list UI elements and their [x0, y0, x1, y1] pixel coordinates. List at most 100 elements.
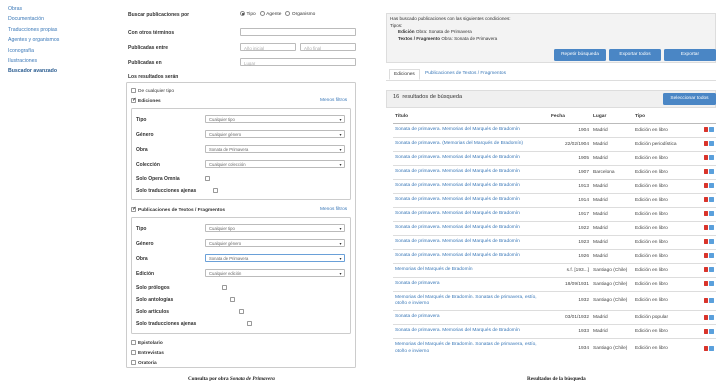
- solo-prologos-checkbox[interactable]: [221, 285, 227, 291]
- pub-edicion-select[interactable]: Cualquier edición ▾: [205, 269, 345, 277]
- export-all-button[interactable]: Exportar todos: [609, 49, 661, 61]
- image-icon[interactable]: [709, 197, 714, 203]
- oratoria-option[interactable]: Oratoria: [131, 360, 157, 366]
- nav-item-agentes[interactable]: Agentes y organismos: [8, 35, 59, 45]
- tab-publicaciones-textos[interactable]: Publicaciones de Textos / Fragmentos: [425, 71, 506, 76]
- result-title-link[interactable]: Sonata de primavera. Memorias del Marqué…: [393, 192, 549, 207]
- pub-tipo-select[interactable]: Cualquier tipo ▾: [205, 224, 345, 232]
- table-row[interactable]: Memorias del Marqués de Bradomín s.f. [19…: [393, 262, 716, 277]
- year-start-input[interactable]: Año inicial: [240, 43, 296, 51]
- pdf-icon[interactable]: [703, 267, 708, 273]
- editions-fewer-filters-link[interactable]: Menos filtros: [320, 98, 347, 103]
- pub-genero-select[interactable]: Cualquier género ▾: [205, 239, 345, 247]
- image-icon[interactable]: [709, 225, 714, 231]
- table-row[interactable]: Sonata de primavera. Memorias del Marqué…: [393, 178, 716, 193]
- epistolario-option[interactable]: Epistolario: [131, 340, 163, 346]
- image-icon[interactable]: [709, 314, 714, 320]
- table-row[interactable]: Sonata de primavera 18/09/1931 Santiago (C…: [393, 276, 716, 291]
- solo-antologias-checkbox[interactable]: [230, 297, 236, 303]
- pdf-icon[interactable]: [703, 281, 708, 287]
- table-row[interactable]: Sonata de primavera. Memorias del Marqué…: [393, 220, 716, 235]
- pdf-icon[interactable]: [703, 225, 708, 231]
- result-title-link[interactable]: Sonata de primavera. Memorias del Marqué…: [393, 324, 549, 339]
- pdf-icon[interactable]: [703, 253, 708, 259]
- pdf-icon[interactable]: [703, 239, 708, 245]
- result-title-link[interactable]: Sonata de primavera. (Memorias del Marqu…: [393, 136, 549, 151]
- table-row[interactable]: Memorias del Marqués de Bradomín. Sonata…: [393, 338, 716, 358]
- table-row[interactable]: Sonata de primavera. Memorias del Marqué…: [393, 234, 716, 249]
- result-title-link[interactable]: Sonata de primavera: [393, 276, 549, 291]
- nav-item-traducciones[interactable]: Traducciones propias: [8, 25, 59, 35]
- editions-obra-select[interactable]: Sonata de Primavera ▾: [205, 145, 345, 153]
- editions-tipo-select[interactable]: Cualquier tipo ▾: [205, 115, 345, 123]
- table-row[interactable]: Sonata de primavera. Memorias del Marqué…: [393, 192, 716, 207]
- nav-item-buscador-avanzado[interactable]: Buscador avanzado: [8, 66, 59, 76]
- nav-item-ilustraciones[interactable]: Ilustraciones: [8, 56, 59, 66]
- image-icon[interactable]: [709, 183, 714, 189]
- any-type-option[interactable]: De cualquier tipo: [131, 88, 174, 94]
- radio-organismo[interactable]: Organismo: [285, 11, 315, 17]
- repeat-search-button[interactable]: Repetir búsqueda: [554, 49, 606, 61]
- image-icon[interactable]: [709, 127, 714, 133]
- table-row[interactable]: Sonata de primavera 03/01/1932 Madrid Edici…: [393, 310, 716, 325]
- tab-ediciones[interactable]: Ediciones: [389, 69, 420, 80]
- column-header-titulo[interactable]: Título: [393, 111, 549, 124]
- result-title-link[interactable]: Memorias del Marqués de Bradomín. Sonata…: [393, 290, 549, 311]
- other-terms-input[interactable]: [240, 28, 356, 36]
- pdf-icon[interactable]: [703, 297, 708, 303]
- result-title-link[interactable]: Memorias del Marqués de Bradomín: [393, 262, 549, 277]
- result-title-link[interactable]: Sonata de primavera. Memorias del Marqué…: [393, 150, 549, 165]
- image-icon[interactable]: [709, 328, 714, 334]
- nav-item-documentacion[interactable]: Documentación: [8, 14, 59, 24]
- pdf-icon[interactable]: [703, 127, 708, 133]
- table-row[interactable]: Sonata de primavera. Memorias del Marqué…: [393, 248, 716, 263]
- image-icon[interactable]: [709, 239, 714, 245]
- nav-item-obras[interactable]: Obras: [8, 4, 59, 14]
- table-row[interactable]: Sonata de primavera. Memorias del Marqué…: [393, 150, 716, 165]
- column-header-lugar[interactable]: Lugar: [591, 111, 633, 124]
- editions-genero-select[interactable]: Cualquier género ▾: [205, 130, 345, 138]
- year-end-input[interactable]: Año final: [300, 43, 356, 51]
- result-title-link[interactable]: Sonata de primavera. Memorias del Marqué…: [393, 234, 549, 249]
- column-header-tipo[interactable]: Tipo: [633, 111, 686, 124]
- select-all-button[interactable]: Seleccionar todos: [663, 93, 716, 105]
- column-header-fecha[interactable]: Fecha: [549, 111, 591, 124]
- pub-solo-traducciones-checkbox[interactable]: [246, 321, 252, 327]
- pdf-icon[interactable]: [703, 211, 708, 217]
- pdf-icon[interactable]: [703, 197, 708, 203]
- pdf-icon[interactable]: [703, 314, 708, 320]
- result-title-link[interactable]: Sonata de primavera. Memorias del Marqué…: [393, 178, 549, 193]
- image-icon[interactable]: [709, 141, 714, 147]
- image-icon[interactable]: [709, 345, 714, 351]
- table-row[interactable]: Sonata de primavera. (Memorias del Marqu…: [393, 136, 716, 151]
- result-title-link[interactable]: Memorias del Marqués de Bradomín. Sonata…: [393, 338, 549, 358]
- pub-texts-fewer-filters-link[interactable]: Menos filtros: [320, 207, 347, 212]
- table-row[interactable]: Memorias del Marqués de Bradomín. Sonata…: [393, 290, 716, 311]
- pdf-icon[interactable]: [703, 328, 708, 334]
- result-title-link[interactable]: Sonata de primavera: [393, 310, 549, 325]
- solo-articulos-checkbox[interactable]: [238, 309, 244, 315]
- table-row[interactable]: Sonata de primavera. Memorias del Marqué…: [393, 206, 716, 221]
- table-row[interactable]: Sonata de primavera. Memorias del Marqué…: [393, 324, 716, 339]
- image-icon[interactable]: [709, 297, 714, 303]
- image-icon[interactable]: [709, 253, 714, 259]
- solo-opera-omnia-checkbox[interactable]: [205, 176, 210, 182]
- image-icon[interactable]: [709, 267, 714, 273]
- pub-obra-select[interactable]: Sonata de Primavera ▾: [205, 254, 345, 262]
- image-icon[interactable]: [709, 169, 714, 175]
- entrevistas-option[interactable]: Entrevistas: [131, 350, 164, 356]
- pdf-icon[interactable]: [703, 345, 708, 351]
- result-title-link[interactable]: Sonata de primavera. Memorias del Marqué…: [393, 122, 549, 137]
- pub-texts-option[interactable]: Publicaciones de Textos / Fragmentos: [131, 206, 225, 213]
- place-input[interactable]: Lugar: [240, 58, 356, 66]
- radio-agente[interactable]: Agente: [259, 11, 281, 17]
- table-row[interactable]: Sonata de primavera. Memorias del Marqué…: [393, 122, 716, 137]
- pdf-icon[interactable]: [703, 141, 708, 147]
- image-icon[interactable]: [709, 211, 714, 217]
- editions-solo-traducciones-checkbox[interactable]: [213, 188, 219, 194]
- image-icon[interactable]: [709, 155, 714, 161]
- radio-tipo[interactable]: Tipo: [240, 11, 256, 17]
- image-icon[interactable]: [709, 281, 714, 287]
- result-title-link[interactable]: Sonata de primavera. Memorias del Marqué…: [393, 248, 549, 263]
- editions-coleccion-select[interactable]: Cualquier colección ▾: [205, 160, 345, 168]
